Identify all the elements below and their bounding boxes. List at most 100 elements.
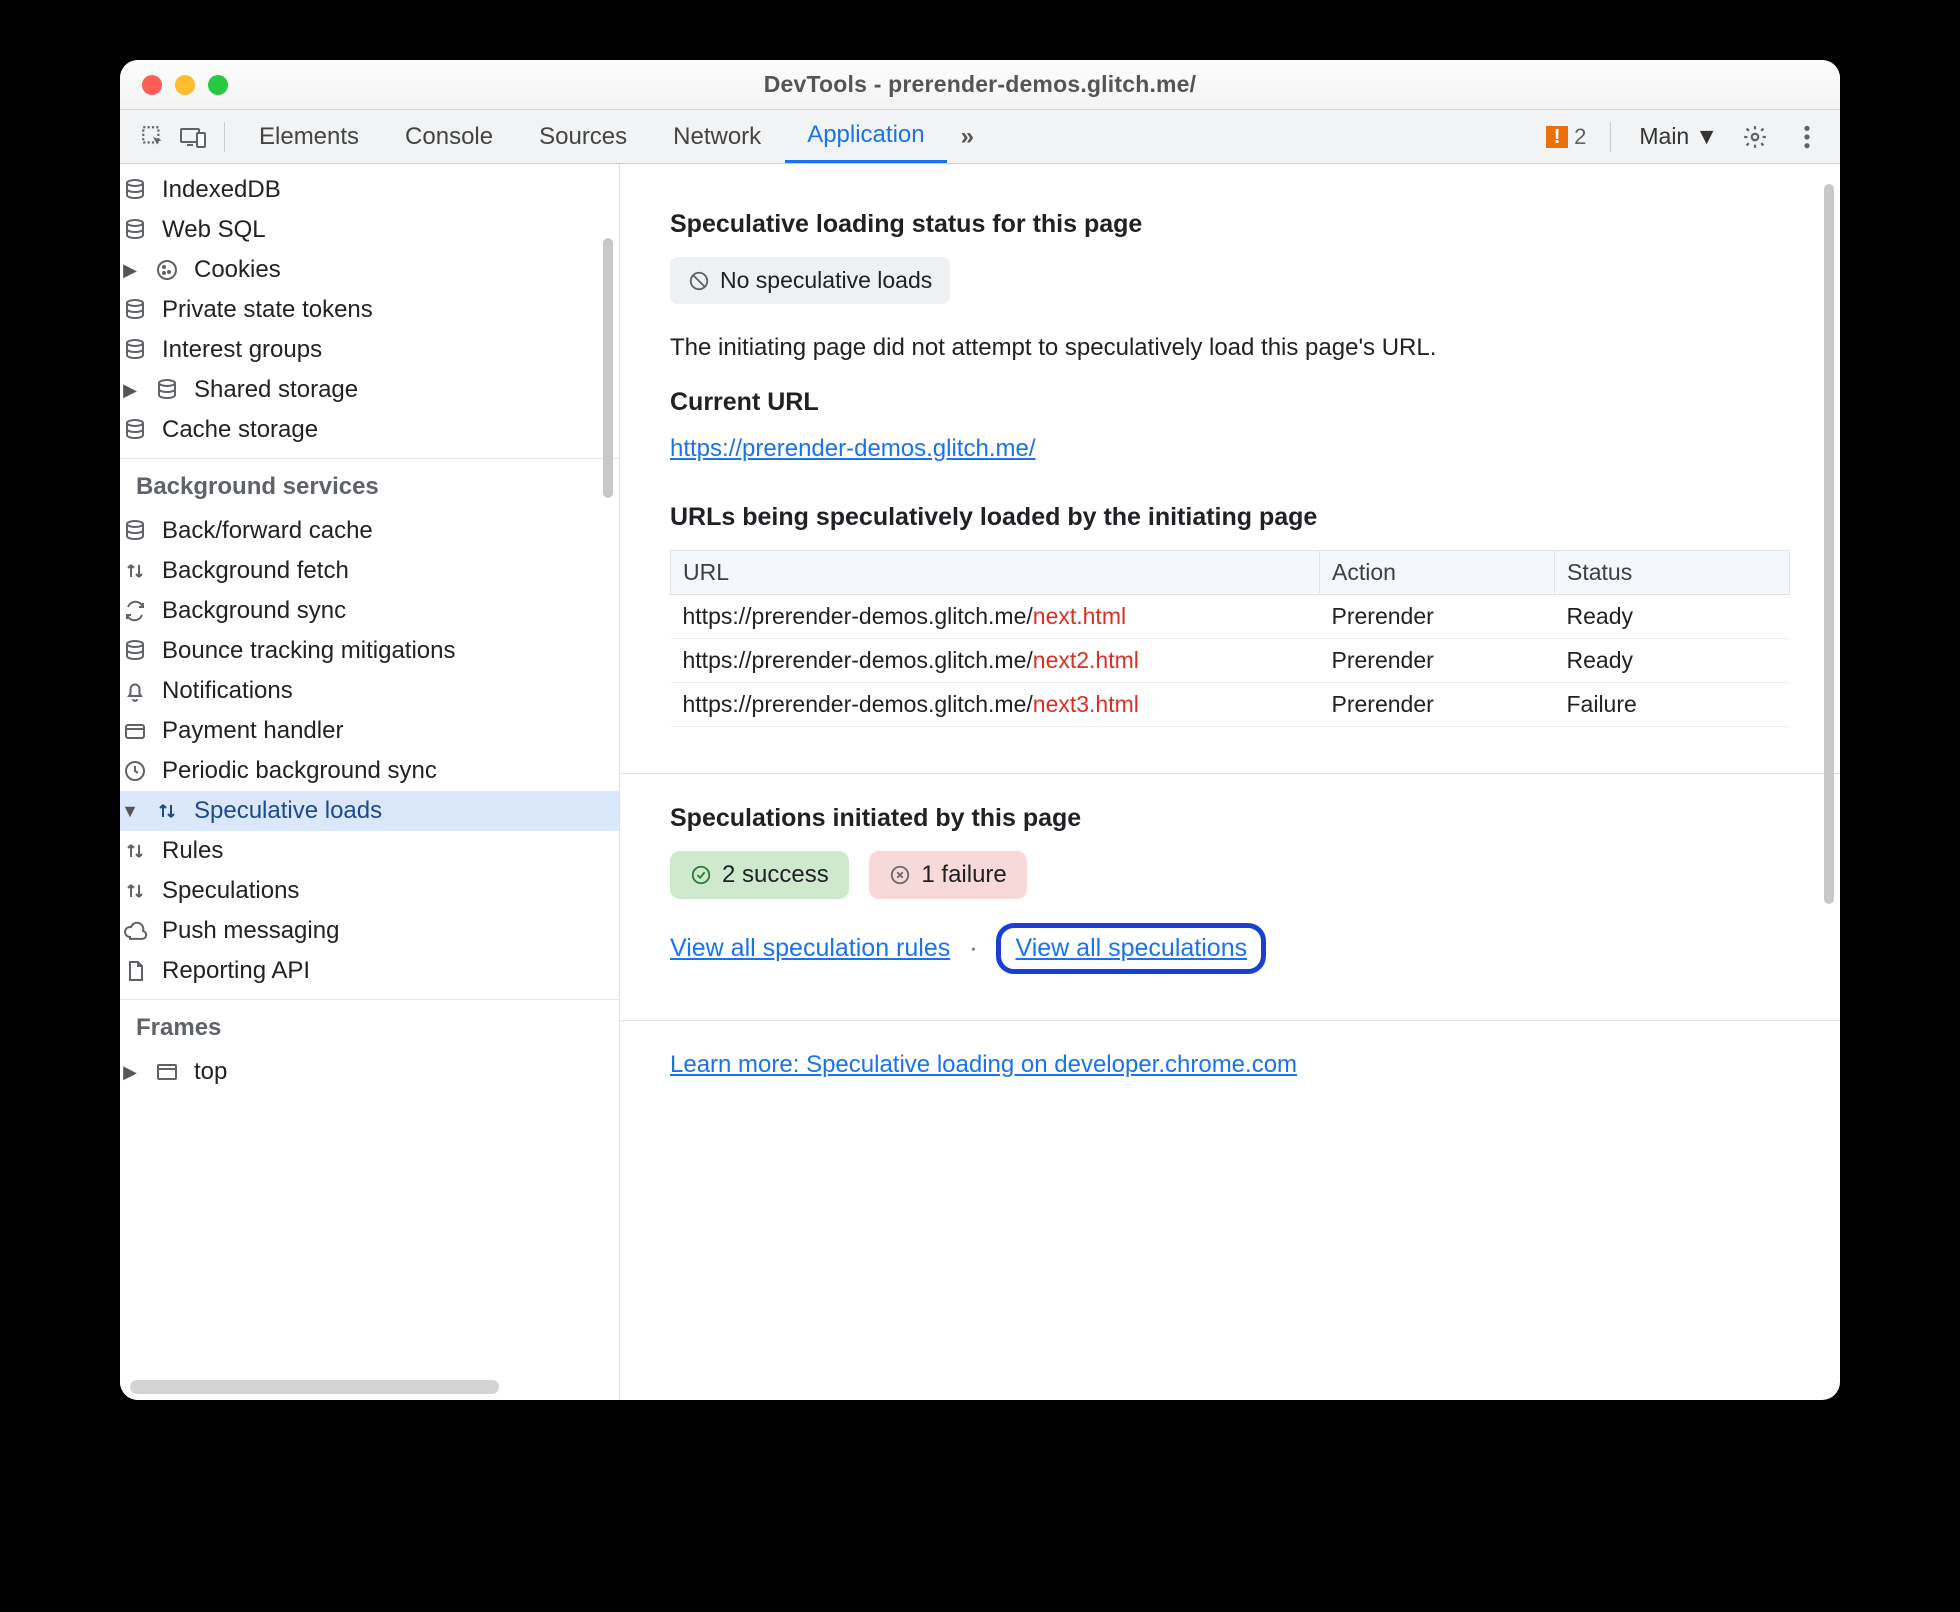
status-pill: No speculative loads (670, 257, 950, 304)
status-heading: Speculative loading status for this page (670, 210, 1790, 239)
sidebar-label: Cache storage (162, 416, 318, 444)
sidebar-label: Periodic background sync (162, 757, 437, 785)
document-icon (120, 959, 150, 983)
separator-dot: · (969, 934, 977, 962)
more-tabs-button[interactable]: » (949, 123, 986, 151)
database-icon (120, 519, 150, 543)
chevron-down-icon: ▼ (1695, 123, 1718, 150)
collapse-caret-icon[interactable]: ▼ (120, 801, 140, 822)
sidebar-item-payment-handler[interactable]: Payment handler (120, 711, 619, 751)
sidebar-label: Push messaging (162, 917, 339, 945)
sidebar-item-background-fetch[interactable]: Background fetch (120, 551, 619, 591)
sidebar-item-private-state-tokens[interactable]: Private state tokens (120, 290, 619, 330)
window-icon (152, 1060, 182, 1084)
minimize-window-button[interactable] (175, 75, 195, 95)
sync-icon (120, 599, 150, 623)
table-row[interactable]: https://prerender-demos.glitch.me/next3.… (671, 683, 1790, 727)
updown-arrows-icon (120, 559, 150, 583)
application-sidebar: IndexedDB Web SQL ▶ Cookies Private stat… (120, 164, 620, 1400)
sidebar-label: Bounce tracking mitigations (162, 637, 455, 665)
sidebar-item-bounce-tracking[interactable]: Bounce tracking mitigations (120, 631, 619, 671)
target-context-dropdown[interactable]: Main ▼ (1635, 123, 1722, 150)
tab-elements[interactable]: Elements (237, 110, 381, 163)
sidebar-item-frame-top[interactable]: ▶ top (120, 1052, 619, 1092)
check-circle-icon (690, 864, 712, 886)
sidebar-label: Interest groups (162, 336, 322, 364)
settings-icon[interactable] (1736, 118, 1774, 156)
sidebar-item-periodic-sync[interactable]: Periodic background sync (120, 751, 619, 791)
expand-caret-icon[interactable]: ▶ (120, 1062, 140, 1083)
sidebar-item-cache-storage[interactable]: Cache storage (120, 410, 619, 450)
tab-network[interactable]: Network (651, 110, 783, 163)
sidebar-label: Rules (162, 837, 223, 865)
sidebar-item-cookies[interactable]: ▶ Cookies (120, 250, 619, 290)
kebab-menu-icon[interactable] (1788, 118, 1826, 156)
database-icon (120, 418, 150, 442)
updown-arrows-icon (152, 799, 182, 823)
sidebar-vertical-scrollbar[interactable] (603, 168, 615, 1370)
window-controls (142, 75, 228, 95)
expand-caret-icon[interactable]: ▶ (120, 380, 140, 401)
highlight-annotation: View all speculations (996, 923, 1266, 974)
sidebar-item-speculations[interactable]: Speculations (120, 871, 619, 911)
inspect-element-icon[interactable] (134, 118, 172, 156)
database-icon (120, 338, 150, 362)
tab-sources[interactable]: Sources (517, 110, 649, 163)
database-icon (120, 178, 150, 202)
device-toolbar-icon[interactable] (174, 118, 212, 156)
cloud-icon (120, 919, 150, 943)
sidebar-label: Web SQL (162, 216, 266, 244)
updown-arrows-icon (120, 879, 150, 903)
sidebar-section-frames: Frames (120, 999, 619, 1052)
status-description: The initiating page did not attempt to s… (670, 334, 1790, 362)
sidebar-item-websql[interactable]: Web SQL (120, 210, 619, 250)
application-panel-content: Speculative loading status for this page… (620, 164, 1840, 1400)
devtools-window: DevTools - prerender-demos.glitch.me/ El… (120, 60, 1840, 1400)
sidebar-label: Reporting API (162, 957, 310, 985)
table-row[interactable]: https://prerender-demos.glitch.me/next.h… (671, 595, 1790, 639)
content-vertical-scrollbar[interactable] (1824, 174, 1836, 1294)
sidebar-item-background-sync[interactable]: Background sync (120, 591, 619, 631)
close-window-button[interactable] (142, 75, 162, 95)
zoom-window-button[interactable] (208, 75, 228, 95)
sidebar-section-background-services: Background services (120, 458, 619, 511)
sidebar-horizontal-scrollbar[interactable] (130, 1380, 499, 1394)
tab-console[interactable]: Console (383, 110, 515, 163)
sidebar-label: top (194, 1058, 227, 1086)
sidebar-label: Background sync (162, 597, 346, 625)
col-status[interactable]: Status (1555, 551, 1790, 595)
col-action[interactable]: Action (1320, 551, 1555, 595)
sidebar-label: Notifications (162, 677, 293, 705)
status-pill-text: No speculative loads (720, 267, 932, 294)
table-row[interactable]: https://prerender-demos.glitch.me/next2.… (671, 639, 1790, 683)
sidebar-item-push-messaging[interactable]: Push messaging (120, 911, 619, 951)
sidebar-item-bfcache[interactable]: Back/forward cache (120, 511, 619, 551)
sidebar-item-speculative-loads[interactable]: ▼ Speculative loads (120, 791, 619, 831)
sidebar-label: Shared storage (194, 376, 358, 404)
current-url-heading: Current URL (670, 388, 1790, 417)
sidebar-item-interest-groups[interactable]: Interest groups (120, 330, 619, 370)
warning-icon: ! (1546, 126, 1568, 148)
sidebar-item-notifications[interactable]: Notifications (120, 671, 619, 711)
sidebar-item-reporting-api[interactable]: Reporting API (120, 951, 619, 991)
sidebar-item-indexeddb[interactable]: IndexedDB (120, 170, 619, 210)
expand-caret-icon[interactable]: ▶ (120, 260, 140, 281)
sidebar-label: Speculative loads (194, 797, 382, 825)
tab-application[interactable]: Application (785, 110, 946, 163)
sidebar-label: Cookies (194, 256, 281, 284)
current-url-link[interactable]: https://prerender-demos.glitch.me/ (670, 435, 1036, 462)
col-url[interactable]: URL (671, 551, 1320, 595)
sidebar-label: Speculations (162, 877, 299, 905)
issues-counter[interactable]: ! 2 (1546, 124, 1586, 150)
failure-badge-text: 1 failure (921, 861, 1006, 889)
sidebar-item-shared-storage[interactable]: ▶ Shared storage (120, 370, 619, 410)
sidebar-label: Background fetch (162, 557, 349, 585)
view-all-rules-link[interactable]: View all speculation rules (670, 934, 950, 962)
card-icon (120, 719, 150, 743)
view-all-speculations-link[interactable]: View all speculations (1015, 934, 1247, 962)
titlebar: DevTools - prerender-demos.glitch.me/ (120, 60, 1840, 110)
database-icon (120, 639, 150, 663)
sidebar-item-rules[interactable]: Rules (120, 831, 619, 871)
warning-count: 2 (1574, 124, 1586, 150)
learn-more-link[interactable]: Learn more: Speculative loading on devel… (670, 1051, 1297, 1078)
